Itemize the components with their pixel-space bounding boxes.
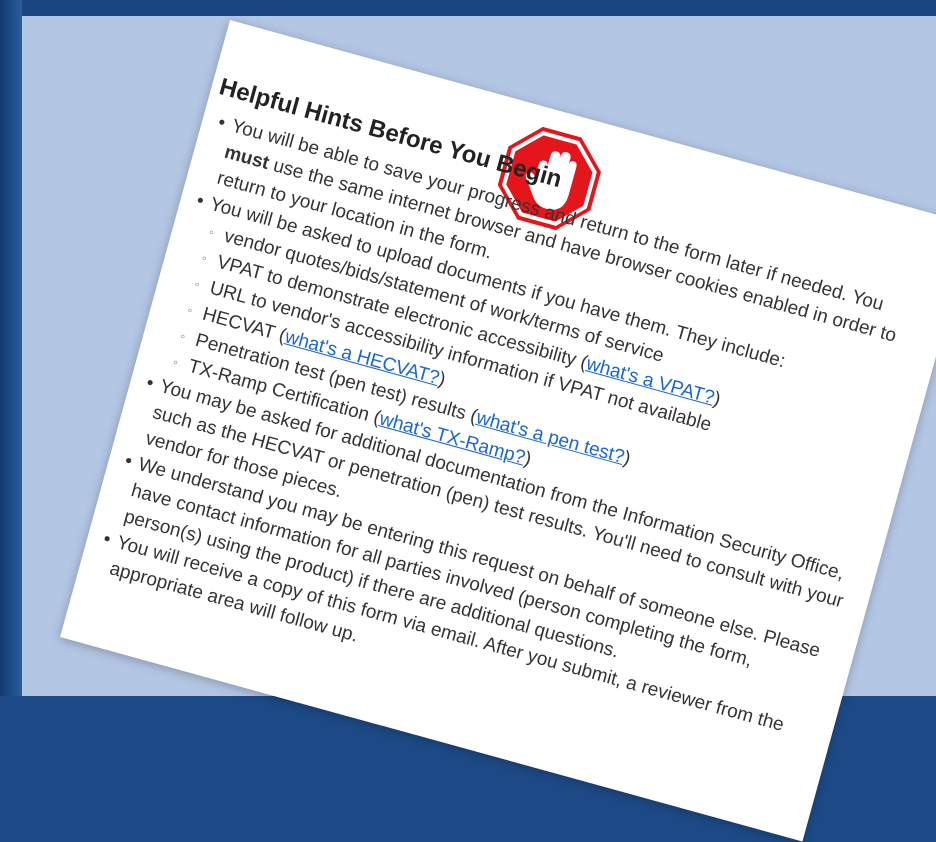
slide-left-edge xyxy=(0,0,22,696)
hints-list: You will be able to save your progress a… xyxy=(85,107,929,773)
hint-save-bold: must xyxy=(222,141,272,175)
slide-top-band xyxy=(0,0,936,16)
